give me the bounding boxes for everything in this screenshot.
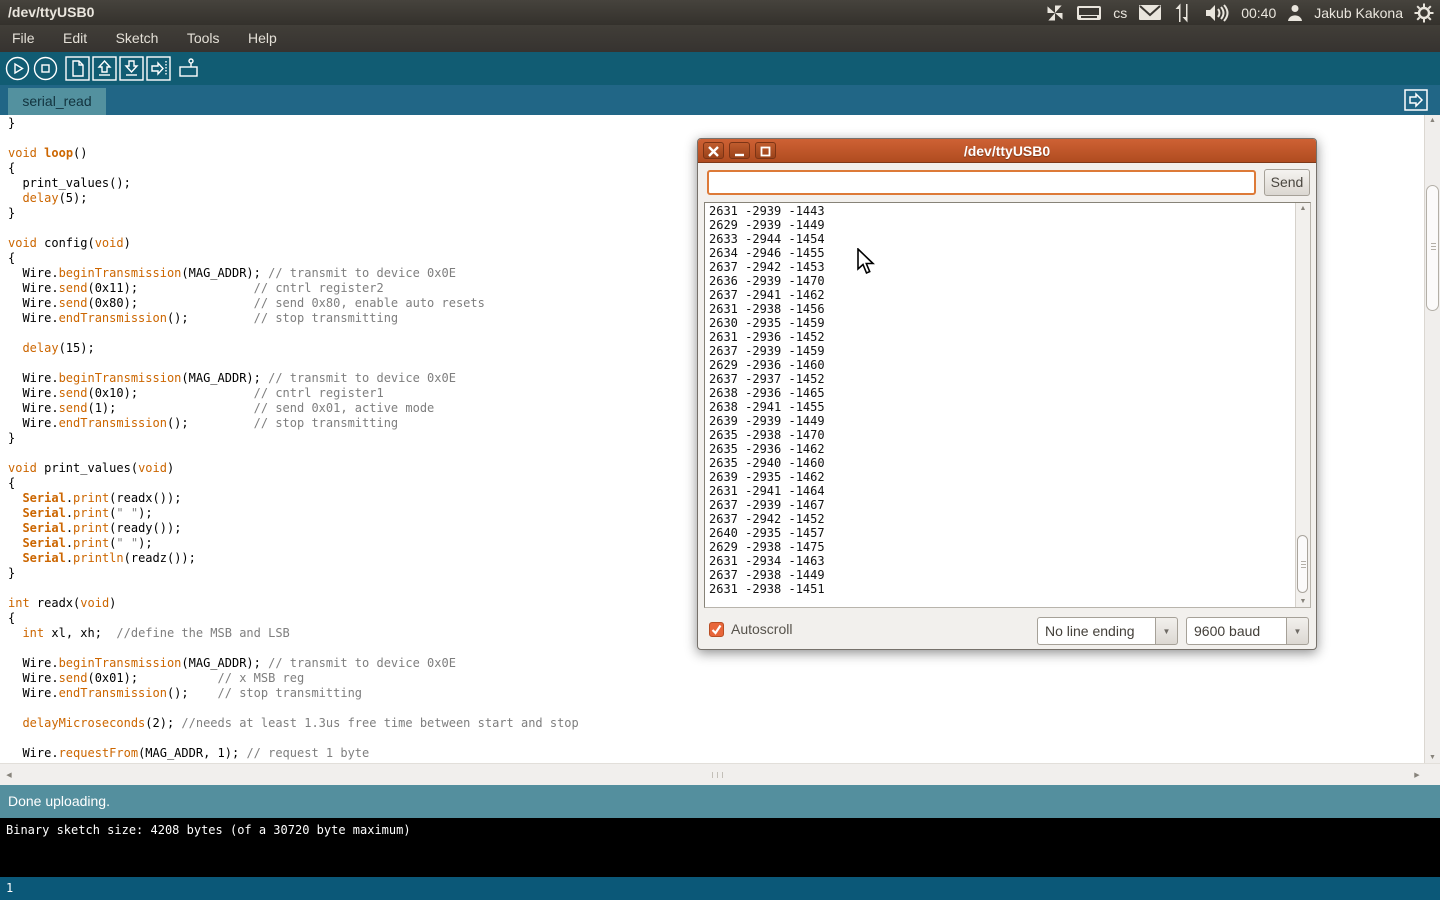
keyboard-layout-icon[interactable] (1076, 4, 1102, 22)
volume-icon[interactable] (1204, 3, 1230, 23)
serial-monitor-window: /dev/ttyUSB0 Send 2631 -2939 -1443 2629 … (697, 138, 1317, 650)
line-number-indicator: 1 (6, 877, 13, 900)
menu-file[interactable]: File (0, 25, 47, 52)
line-number-strip: 1 (0, 877, 1440, 900)
stop-button[interactable] (33, 56, 58, 81)
editor-horizontal-scrollbar[interactable]: ◀ ▶ (0, 763, 1440, 785)
menubar: File Edit Sketch Tools Help (0, 25, 1440, 52)
send-button[interactable]: Send (1264, 169, 1310, 196)
serial-lines: 2631 -2939 -1443 2629 -2939 -1449 2633 -… (709, 204, 825, 596)
upload-button[interactable] (146, 56, 171, 81)
network-arrows-icon[interactable] (1173, 3, 1193, 23)
session-gear-icon[interactable] (1414, 3, 1434, 23)
serial-monitor-button[interactable] (176, 56, 201, 81)
keyboard-layout-label[interactable]: cs (1113, 5, 1127, 21)
code-content: } void loop(){ print_values(); delay(5);… (8, 116, 579, 761)
serial-scrollbar[interactable]: ▲ ▼ (1295, 203, 1310, 607)
baud-dropdown-icon[interactable]: ▼ (1286, 617, 1309, 645)
editor-vertical-scrollbar[interactable]: ▲ ▼ (1424, 115, 1440, 763)
build-console: Binary sketch size: 4208 bytes (of a 307… (0, 818, 1440, 877)
editor-scroll-thumb[interactable] (1426, 185, 1439, 311)
menu-tools[interactable]: Tools (175, 25, 232, 52)
line-ending-dropdown-icon[interactable]: ▼ (1155, 617, 1178, 645)
serial-scroll-up-icon[interactable]: ▲ (1296, 205, 1310, 212)
menu-sketch[interactable]: Sketch (104, 25, 171, 52)
serial-output-area[interactable]: 2631 -2939 -1443 2629 -2939 -1449 2633 -… (704, 202, 1311, 608)
scroll-up-icon[interactable]: ▲ (1425, 117, 1440, 124)
tab-menu-icon[interactable] (1404, 89, 1428, 111)
serial-monitor-titlebar[interactable]: /dev/ttyUSB0 (698, 139, 1316, 163)
serial-scroll-down-icon[interactable]: ▼ (1296, 598, 1310, 605)
user-name-label[interactable]: Jakub Kakona (1314, 5, 1403, 21)
mouse-cursor (857, 248, 876, 280)
verify-button[interactable] (5, 56, 30, 81)
open-button[interactable] (92, 56, 117, 81)
autoscroll-checkbox[interactable] (709, 622, 724, 637)
line-ending-select[interactable]: No line ending (1037, 617, 1156, 645)
save-button[interactable] (119, 56, 144, 81)
serial-input[interactable] (707, 170, 1256, 195)
tab-label: serial_read (22, 93, 91, 109)
scroll-right-icon[interactable]: ▶ (1412, 771, 1422, 779)
status-message: Done uploading. (8, 785, 110, 818)
serial-scroll-thumb[interactable] (1297, 535, 1308, 593)
tab-bar: serial_read (0, 85, 1440, 115)
console-output: Binary sketch size: 4208 bytes (of a 307… (6, 823, 411, 837)
clock-label[interactable]: 00:40 (1241, 5, 1276, 21)
scroll-left-icon[interactable]: ◀ (4, 771, 14, 779)
status-bar: Done uploading. (0, 785, 1440, 818)
new-sketch-button[interactable] (65, 56, 90, 81)
autoscroll-label[interactable]: Autoscroll (731, 621, 792, 637)
pinwheel-indicator-icon[interactable] (1045, 3, 1065, 23)
toolbar (0, 52, 1440, 85)
system-tray: cs 00:40 Jakub Kakona (1045, 0, 1434, 25)
baud-rate-select[interactable]: 9600 baud (1186, 617, 1287, 645)
top-panel: /dev/ttyUSB0 cs 00:40 Jakub Kakona (0, 0, 1440, 25)
menu-edit[interactable]: Edit (51, 25, 99, 52)
window-title: /dev/ttyUSB0 (8, 0, 94, 25)
mail-icon[interactable] (1138, 4, 1162, 21)
tab-serial-read[interactable]: serial_read (8, 88, 106, 115)
menu-help[interactable]: Help (236, 25, 289, 52)
serial-monitor-title: /dev/ttyUSB0 (698, 139, 1316, 163)
user-icon (1287, 4, 1303, 22)
scroll-down-icon[interactable]: ▼ (1425, 754, 1440, 761)
